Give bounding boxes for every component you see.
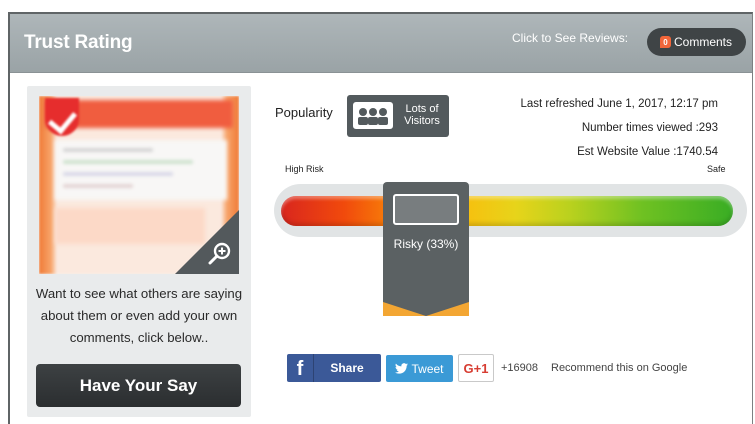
visitors-icon	[353, 102, 393, 129]
checkmark-logo-icon	[45, 98, 79, 136]
widget-title: Trust Rating	[24, 32, 133, 53]
reviews-prompt-text: Want to see what others are saying about…	[35, 286, 243, 345]
high-risk-label: High Risk	[285, 164, 324, 174]
risk-result-label: Risky (33%)	[393, 237, 459, 251]
google-recommend-text: Recommend this on Google	[551, 362, 688, 374]
zoom-in-icon[interactable]	[208, 241, 232, 265]
comment-count-badge: 0	[660, 36, 671, 48]
times-viewed: Number times viewed :293	[581, 122, 718, 134]
trust-rating-widget: Trust Rating Click to See Reviews: 0 Com…	[8, 12, 753, 424]
popularity-label: Popularity	[275, 105, 333, 120]
risk-gradient-bar	[281, 196, 733, 226]
risk-pointer-tip	[383, 302, 469, 316]
facebook-share-button[interactable]: f Share	[287, 354, 381, 382]
tweet-button[interactable]: Tweet	[386, 355, 453, 382]
popularity-badge-label: Lots of Visitors	[404, 103, 440, 127]
google-plus-one-button[interactable]: G+1	[458, 354, 494, 382]
comments-button-label: Comments	[674, 35, 733, 49]
have-your-say-button[interactable]: Have Your Say	[36, 364, 241, 407]
popularity-badge: Lots of Visitors	[347, 95, 449, 137]
site-screenshot-thumbnail[interactable]	[39, 96, 239, 274]
website-value: Est Website Value :1740.54	[577, 146, 718, 158]
facebook-icon: f	[287, 354, 314, 382]
facebook-share-label: Share	[330, 361, 364, 375]
tweet-label: Tweet	[411, 361, 444, 376]
header-bar: Trust Rating Click to See Reviews: 0 Com…	[10, 14, 752, 73]
google-plus-count: +16908	[501, 362, 539, 374]
safe-label: Safe	[707, 164, 726, 174]
see-reviews-label: Click to See Reviews:	[512, 31, 629, 45]
reviews-panel: Want to see what others are saying about…	[27, 86, 251, 417]
risk-pointer: Risky (33%)	[383, 182, 469, 316]
last-refreshed: Last refreshed June 1, 2017, 12:17 pm	[520, 98, 718, 110]
twitter-bird-icon	[395, 363, 409, 374]
risk-pointer-window	[393, 194, 459, 225]
comments-button[interactable]: 0 Comments	[647, 28, 746, 56]
